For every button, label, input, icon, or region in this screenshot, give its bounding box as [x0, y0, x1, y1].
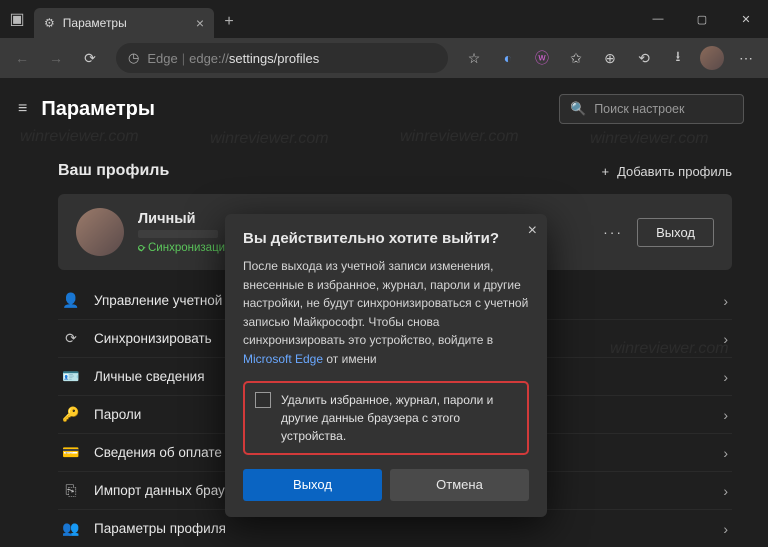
star-icon[interactable]: ☆	[458, 42, 490, 74]
checkbox-label: Удалить избранное, журнал, пароли и друг…	[281, 391, 517, 445]
downloads-icon[interactable]: ⭳	[662, 42, 694, 74]
edge-logo-icon: ◷	[128, 50, 139, 66]
address-text: Edge|edge://settings/profiles	[147, 51, 319, 66]
plus-icon: +	[602, 164, 610, 179]
back-button[interactable]: ←	[6, 42, 38, 74]
import-icon: ⎘	[62, 482, 80, 499]
chevron-right-icon: ›	[723, 521, 728, 537]
collections-icon[interactable]: ⊕	[594, 42, 626, 74]
toolbar: ← → ⟳ ◷ Edge|edge://settings/profiles ☆ …	[0, 38, 768, 78]
card-actions: ··· Выход	[603, 218, 714, 247]
titlebar: ▣ ⚙ Параметры × + — ▢ ✕	[0, 0, 768, 38]
close-window-button[interactable]: ✕	[724, 0, 768, 38]
address-bar[interactable]: ◷ Edge|edge://settings/profiles	[116, 43, 448, 73]
section-header: Ваш профиль + Добавить профиль	[58, 162, 732, 180]
chevron-right-icon: ›	[723, 369, 728, 385]
tab-title: Параметры	[63, 16, 188, 30]
new-tab-button[interactable]: +	[214, 13, 244, 31]
gear-icon: ⚙	[44, 16, 55, 30]
check-icon	[138, 245, 144, 251]
dialog-close-button[interactable]: ×	[528, 222, 537, 240]
favorites-icon[interactable]: ✩	[560, 42, 592, 74]
key-icon: 🔑	[62, 406, 80, 423]
hamburger-icon[interactable]: ≡	[18, 100, 27, 118]
browser-tab[interactable]: ⚙ Параметры ×	[34, 8, 214, 38]
confirm-dialog: × Вы действительно хотите выйти? После в…	[225, 214, 547, 517]
section-title: Ваш профиль	[58, 162, 169, 180]
extension-c-icon[interactable]: ◐	[492, 42, 524, 74]
chevron-right-icon: ›	[723, 331, 728, 347]
profile-email	[138, 230, 218, 238]
page-title: Параметры	[41, 98, 155, 121]
page-header: ≡ Параметры 🔍 Поиск настроек	[0, 78, 768, 136]
more-button[interactable]: ···	[603, 224, 623, 240]
profile-icon: 👥	[62, 520, 80, 537]
person-icon: 👤	[62, 292, 80, 309]
logout-button[interactable]: Выход	[637, 218, 714, 247]
add-profile-button[interactable]: + Добавить профиль	[602, 164, 732, 179]
history-icon[interactable]: ⟲	[628, 42, 660, 74]
minimize-button[interactable]: —	[636, 0, 680, 38]
checkbox[interactable]	[255, 392, 271, 408]
dialog-body: После выхода из учетной записи изменения…	[243, 257, 529, 369]
avatar	[76, 208, 124, 256]
add-profile-label: Добавить профиль	[617, 164, 732, 179]
dialog-title: Вы действительно хотите выйти?	[243, 230, 529, 247]
card-icon: 💳	[62, 444, 80, 461]
search-input[interactable]: 🔍 Поиск настроек	[559, 94, 744, 124]
dialog-actions: Выход Отмена	[243, 469, 529, 501]
close-icon[interactable]: ×	[196, 15, 204, 31]
chevron-right-icon: ›	[723, 293, 728, 309]
delete-data-option[interactable]: Удалить избранное, журнал, пароли и друг…	[243, 381, 529, 455]
cancel-button[interactable]: Отмена	[390, 469, 529, 501]
maximize-button[interactable]: ▢	[680, 0, 724, 38]
app-icon: ▣	[0, 9, 34, 29]
extension-w-icon[interactable]: ⓦ	[526, 42, 558, 74]
chevron-right-icon: ›	[723, 407, 728, 423]
forward-button[interactable]: →	[40, 42, 72, 74]
refresh-button[interactable]: ⟳	[74, 42, 106, 74]
edge-link[interactable]: Microsoft Edge	[243, 352, 323, 366]
confirm-logout-button[interactable]: Выход	[243, 469, 382, 501]
search-icon: 🔍	[570, 101, 586, 117]
menu-label: Параметры профиля	[94, 521, 709, 536]
sync-icon: ⟳	[62, 330, 80, 347]
search-placeholder: Поиск настроек	[594, 102, 684, 116]
chevron-right-icon: ›	[723, 483, 728, 499]
window-controls: — ▢ ✕	[636, 0, 768, 38]
more-menu-icon[interactable]: ⋯	[730, 42, 762, 74]
id-card-icon: 🪪	[62, 368, 80, 385]
chevron-right-icon: ›	[723, 445, 728, 461]
profile-avatar[interactable]	[696, 42, 728, 74]
